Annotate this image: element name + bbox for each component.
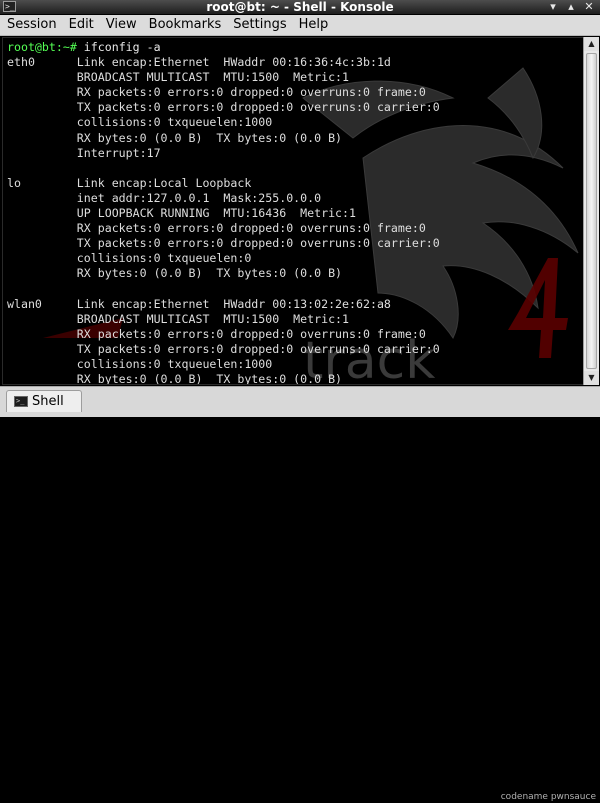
terminal-line: lo Link encap:Local Loopback	[7, 175, 252, 190]
terminal-icon[interactable]: >_	[3, 1, 16, 12]
menu-bookmarks[interactable]: Bookmarks	[142, 16, 227, 34]
terminal-line: BROADCAST MULTICAST MTU:1500 Metric:1	[7, 311, 350, 326]
terminal-output: root@bt:~# ifconfig -a eth0 Link encap:Et…	[7, 40, 440, 385]
menu-help[interactable]: Help	[292, 16, 334, 34]
tab-shell[interactable]: >_ Shell	[6, 390, 82, 412]
desktop-caption: codename pwnsauce	[500, 792, 596, 802]
terminal-line: TX packets:0 errors:0 dropped:0 overruns…	[7, 236, 440, 251]
menu-session[interactable]: Session	[0, 16, 62, 34]
terminal-line: wlan0 Link encap:Ethernet HWaddr 00:13:0…	[7, 296, 391, 311]
scroll-down-arrow-icon[interactable]: ▼	[584, 371, 599, 385]
terminal-line: Interrupt:17	[7, 145, 161, 160]
minimize-button[interactable]: ▾	[545, 0, 561, 13]
window-title: root@bt: ~ - Shell - Konsole	[206, 0, 394, 14]
menu-edit[interactable]: Edit	[62, 16, 99, 34]
terminal-line: RX bytes:0 (0.0 B) TX bytes:0 (0.0 B)	[7, 266, 343, 281]
terminal-line: TX packets:0 errors:0 dropped:0 overruns…	[7, 341, 440, 356]
tab-label: Shell	[32, 394, 64, 409]
window-titlebar[interactable]: >_ root@bt: ~ - Shell - Konsole ▾ ▴ ✕	[0, 0, 600, 15]
terminal-line: BROADCAST MULTICAST MTU:1500 Metric:1	[7, 70, 350, 85]
terminal-line: inet addr:127.0.0.1 Mask:255.0.0.0	[7, 190, 322, 205]
menubar: Session Edit View Bookmarks Settings Hel…	[0, 15, 600, 36]
maximize-button[interactable]: ▴	[563, 0, 579, 13]
shell-command: ifconfig -a	[76, 40, 161, 54]
tab-bar: >_ Shell codename pwnsauce	[0, 386, 600, 802]
terminal-line: collisions:0 txqueuelen:0	[7, 251, 252, 266]
terminal-line: TX packets:0 errors:0 dropped:0 overruns…	[7, 100, 440, 115]
menu-view[interactable]: View	[99, 16, 142, 34]
terminal-icon: >_	[14, 396, 28, 407]
scrollbar-thumb[interactable]	[586, 53, 597, 369]
window-buttons: ▾ ▴ ✕	[545, 0, 597, 14]
terminal-line: RX packets:0 errors:0 dropped:0 overruns…	[7, 326, 426, 341]
scroll-up-arrow-icon[interactable]: ▲	[584, 37, 599, 51]
shell-prompt: root@bt:~#	[7, 40, 77, 54]
terminal-line: collisions:0 txqueuelen:1000	[7, 356, 273, 371]
terminal-line: RX bytes:0 (0.0 B) TX bytes:0 (0.0 B)	[7, 130, 343, 145]
close-button[interactable]: ✕	[581, 0, 597, 13]
terminal-view[interactable]: track root@bt:~# ifconfig -a eth0 Link en…	[2, 37, 584, 385]
terminal-line: eth0 Link encap:Ethernet HWaddr 00:16:36…	[7, 55, 391, 70]
terminal-line: RX packets:0 errors:0 dropped:0 overruns…	[7, 221, 426, 236]
vertical-scrollbar[interactable]: ▲ ▼	[583, 37, 599, 385]
menu-settings[interactable]: Settings	[226, 16, 291, 34]
terminal-line: RX packets:0 errors:0 dropped:0 overruns…	[7, 85, 426, 100]
terminal-line: UP LOOPBACK RUNNING MTU:16436 Metric:1	[7, 206, 357, 221]
terminal-line: collisions:0 txqueuelen:1000	[7, 115, 273, 130]
terminal-line: RX bytes:0 (0.0 B) TX bytes:0 (0.0 B)	[7, 372, 343, 385]
prompt-line: root@bt:~# ifconfig -a	[7, 40, 440, 55]
